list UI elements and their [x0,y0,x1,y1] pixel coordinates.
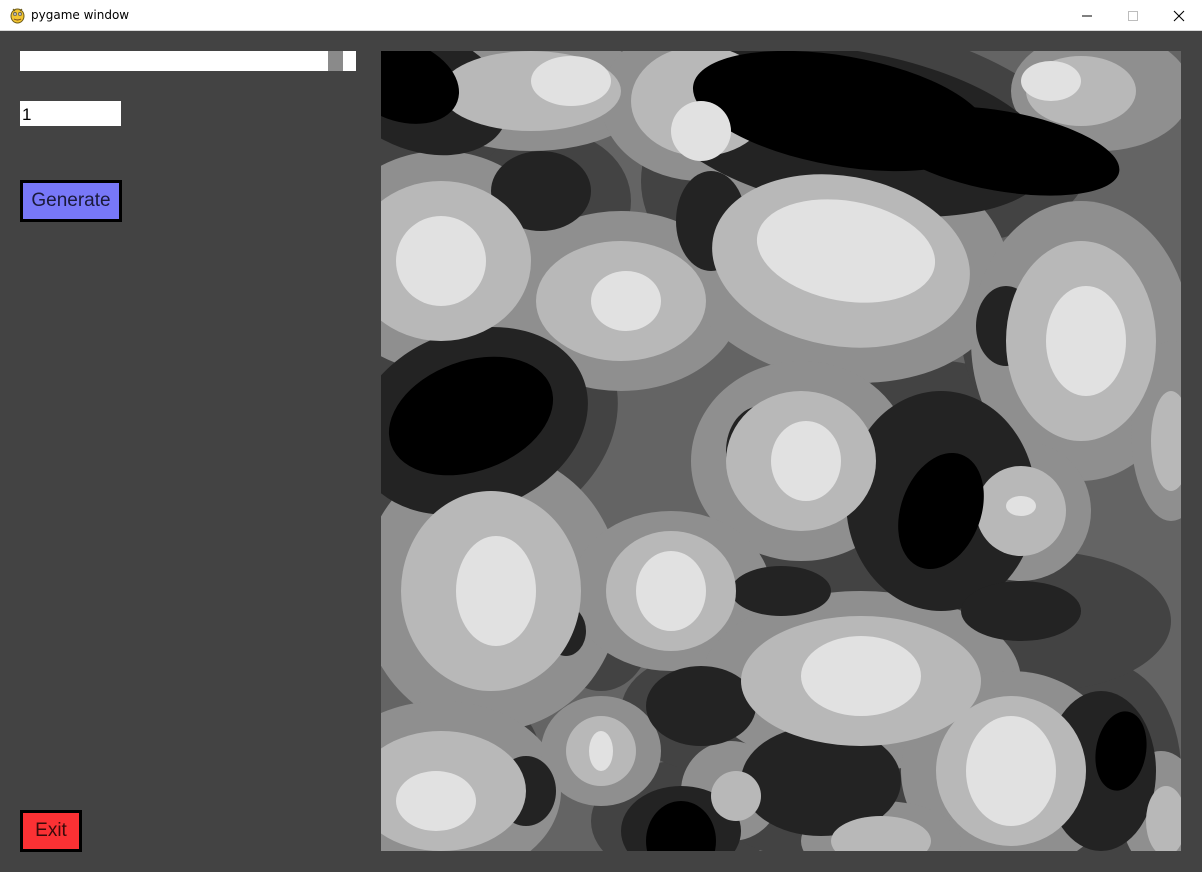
noise-blob [801,636,921,716]
pygame-snake-icon [10,8,25,24]
slider-handle[interactable] [328,51,343,71]
noise-blob [456,536,536,646]
close-icon [1173,10,1185,21]
pygame-surface: Generate Exit [0,31,1202,872]
noise-blob [961,581,1081,641]
maximize-button[interactable] [1110,0,1156,31]
noise-blob [589,731,613,771]
maximize-icon [1128,10,1138,21]
noise-map-image [381,51,1181,851]
noise-blob [771,421,841,501]
noise-blob [1006,496,1036,516]
noise-blob [591,271,661,331]
noise-blob [671,101,731,161]
noise-blob [396,771,476,831]
generate-button-label: Generate [31,190,111,211]
noise-blob [636,551,706,631]
noise-blob [531,56,611,106]
noise-blob [396,216,486,306]
noise-blob [1021,61,1081,101]
exit-button[interactable]: Exit [20,810,82,852]
noise-blob [711,771,761,821]
noise-blob [966,716,1056,826]
parameter-slider[interactable] [20,51,356,71]
noise-blob [646,666,756,746]
noise-map-canvas [381,51,1181,851]
minimize-button[interactable] [1064,0,1110,31]
exit-button-label: Exit [35,820,67,841]
generate-button[interactable]: Generate [20,180,122,222]
noise-blob [731,566,831,616]
title-bar: pygame window [0,0,1202,31]
close-button[interactable] [1156,0,1202,31]
window-title: pygame window [31,8,130,22]
noise-blob [1046,286,1126,396]
seed-input[interactable] [20,101,121,126]
minimize-icon [1082,15,1092,16]
